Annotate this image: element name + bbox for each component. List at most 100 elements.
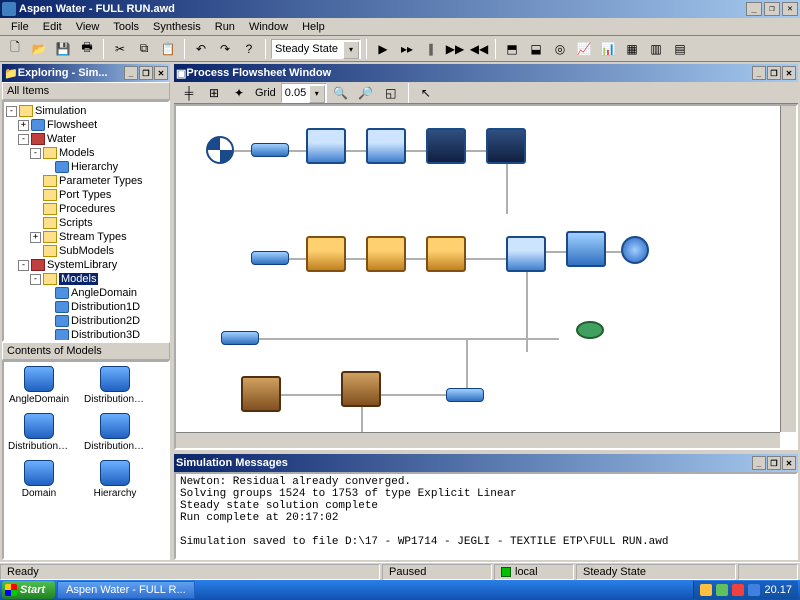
fs-zoomin[interactable]: 🔍 xyxy=(330,82,352,104)
tree-procedures[interactable]: Procedures xyxy=(59,203,115,215)
unit-thickener[interactable] xyxy=(241,376,281,412)
unit-valve[interactable] xyxy=(576,321,604,339)
print-button[interactable]: 🖶 xyxy=(76,38,98,60)
explorer-close-button[interactable]: ✕ xyxy=(154,66,168,80)
tool-a-button[interactable]: ⬒ xyxy=(501,38,523,60)
grid-combo[interactable]: 0.05 xyxy=(281,83,327,103)
explorer-min-button[interactable]: _ xyxy=(124,66,138,80)
feed-node[interactable] xyxy=(206,136,234,164)
pump-3[interactable] xyxy=(221,331,259,345)
model-item[interactable]: Distribution2D xyxy=(8,413,70,452)
tree-leaf[interactable]: Distribution3D xyxy=(71,329,140,341)
pump-1[interactable] xyxy=(251,143,289,157)
menu-synthesis[interactable]: Synthesis xyxy=(146,19,208,35)
fs-tool-1[interactable]: ╪ xyxy=(178,82,200,104)
unit-filter[interactable] xyxy=(566,231,606,267)
unit-reactor-1[interactable] xyxy=(486,128,526,164)
menu-edit[interactable]: Edit xyxy=(36,19,69,35)
unit-tank-1[interactable] xyxy=(306,128,346,164)
tree-header[interactable]: All Items xyxy=(2,82,170,100)
tree-porttypes[interactable]: Port Types xyxy=(59,189,111,201)
model-item[interactable]: AngleDomain xyxy=(8,366,70,405)
messages-max-button[interactable]: ❐ xyxy=(767,456,781,470)
flowsheet-close-button[interactable]: ✕ xyxy=(782,66,796,80)
run-button[interactable]: ▶ xyxy=(372,38,394,60)
messages-text[interactable]: Newton: Residual already converged. Solv… xyxy=(174,472,798,560)
grid1-button[interactable]: ▦ xyxy=(621,38,643,60)
unit-aeration-3[interactable] xyxy=(426,236,466,272)
unit-screen[interactable] xyxy=(366,128,406,164)
tray-icon[interactable] xyxy=(700,584,712,596)
save-button[interactable]: 💾 xyxy=(52,38,74,60)
tray-icon[interactable] xyxy=(748,584,760,596)
menu-run[interactable]: Run xyxy=(208,19,242,35)
pause-button[interactable]: ∥ xyxy=(420,38,442,60)
unit-aeration-1[interactable] xyxy=(306,236,346,272)
tree-models[interactable]: Models xyxy=(59,147,94,159)
tree-leaf[interactable]: AngleDomain xyxy=(71,287,137,299)
step-button[interactable]: ▸▸ xyxy=(396,38,418,60)
copy-button[interactable]: ⧉ xyxy=(133,38,155,60)
plot-button[interactable]: 📊 xyxy=(597,38,619,60)
mode-combo[interactable]: Steady State xyxy=(271,39,361,59)
model-item[interactable]: Domain xyxy=(8,460,70,499)
tree-streamtypes[interactable]: Stream Types xyxy=(59,231,127,243)
grid3-button[interactable]: ▤ xyxy=(669,38,691,60)
rewind-button[interactable]: ◀◀ xyxy=(468,38,490,60)
tray-icon[interactable] xyxy=(732,584,744,596)
unit-aeration-2[interactable] xyxy=(366,236,406,272)
tree-leaf[interactable]: Distribution2D xyxy=(71,315,140,327)
redo-button[interactable]: ↷ xyxy=(214,38,236,60)
new-button[interactable]: 🗋 xyxy=(4,38,26,60)
tree-water[interactable]: Water xyxy=(47,133,76,145)
grid2-button[interactable]: ▥ xyxy=(645,38,667,60)
system-tray[interactable]: 20.17 xyxy=(693,581,798,599)
fs-pointer[interactable]: ↖ xyxy=(415,82,437,104)
undo-button[interactable]: ↶ xyxy=(190,38,212,60)
explorer-max-button[interactable]: ❐ xyxy=(139,66,153,80)
start-button[interactable]: Start xyxy=(2,581,55,599)
maximize-button[interactable]: ❐ xyxy=(764,2,780,16)
tree-scripts[interactable]: Scripts xyxy=(59,217,93,229)
tree-paramtypes[interactable]: Parameter Types xyxy=(59,175,143,187)
tool-c-button[interactable]: ◎ xyxy=(549,38,571,60)
fs-zoomout[interactable]: 🔎 xyxy=(355,82,377,104)
model-item[interactable]: Distribution3D xyxy=(84,413,146,452)
tree-flowsheet[interactable]: Flowsheet xyxy=(47,119,97,131)
flowsheet-canvas[interactable] xyxy=(174,104,798,450)
model-item[interactable]: Distribution1D xyxy=(84,366,146,405)
menu-window[interactable]: Window xyxy=(242,19,295,35)
pump-2[interactable] xyxy=(251,251,289,265)
tree-view[interactable]: -Simulation +Flowsheet -Water -Models Hi… xyxy=(2,100,170,342)
tree-syslib-models[interactable]: Models xyxy=(59,273,98,285)
open-button[interactable]: 📂 xyxy=(28,38,50,60)
fs-fit[interactable]: ◱ xyxy=(380,82,402,104)
menu-help[interactable]: Help xyxy=(295,19,332,35)
cut-button[interactable]: ✂ xyxy=(109,38,131,60)
menu-file[interactable]: File xyxy=(4,19,36,35)
chart-button[interactable]: 📈 xyxy=(573,38,595,60)
unit-clarifier[interactable] xyxy=(426,128,466,164)
model-item[interactable]: Hierarchy xyxy=(84,460,146,499)
messages-close-button[interactable]: ✕ xyxy=(782,456,796,470)
menu-view[interactable]: View xyxy=(69,19,107,35)
fastfwd-button[interactable]: ▶▶ xyxy=(444,38,466,60)
menu-tools[interactable]: Tools xyxy=(106,19,146,35)
help-button[interactable]: ? xyxy=(238,38,260,60)
unit-settler[interactable] xyxy=(506,236,546,272)
pump-4[interactable] xyxy=(446,388,484,402)
tree-submodels[interactable]: SubModels xyxy=(59,245,114,257)
messages-min-button[interactable]: _ xyxy=(752,456,766,470)
flowsheet-max-button[interactable]: ❐ xyxy=(767,66,781,80)
hscrollbar[interactable] xyxy=(176,432,780,448)
paste-button[interactable]: 📋 xyxy=(157,38,179,60)
fs-tool-2[interactable]: ⊞ xyxy=(203,82,225,104)
minimize-button[interactable]: _ xyxy=(746,2,762,16)
outlet-node[interactable] xyxy=(621,236,649,264)
taskbar-app-button[interactable]: Aspen Water - FULL R... xyxy=(57,581,195,599)
tree-simulation[interactable]: Simulation xyxy=(35,105,86,117)
fs-tool-3[interactable]: ✦ xyxy=(228,82,250,104)
unit-digester[interactable] xyxy=(341,371,381,407)
tree-hierarchy[interactable]: Hierarchy xyxy=(71,161,118,173)
tree-syslib[interactable]: SystemLibrary xyxy=(47,259,117,271)
